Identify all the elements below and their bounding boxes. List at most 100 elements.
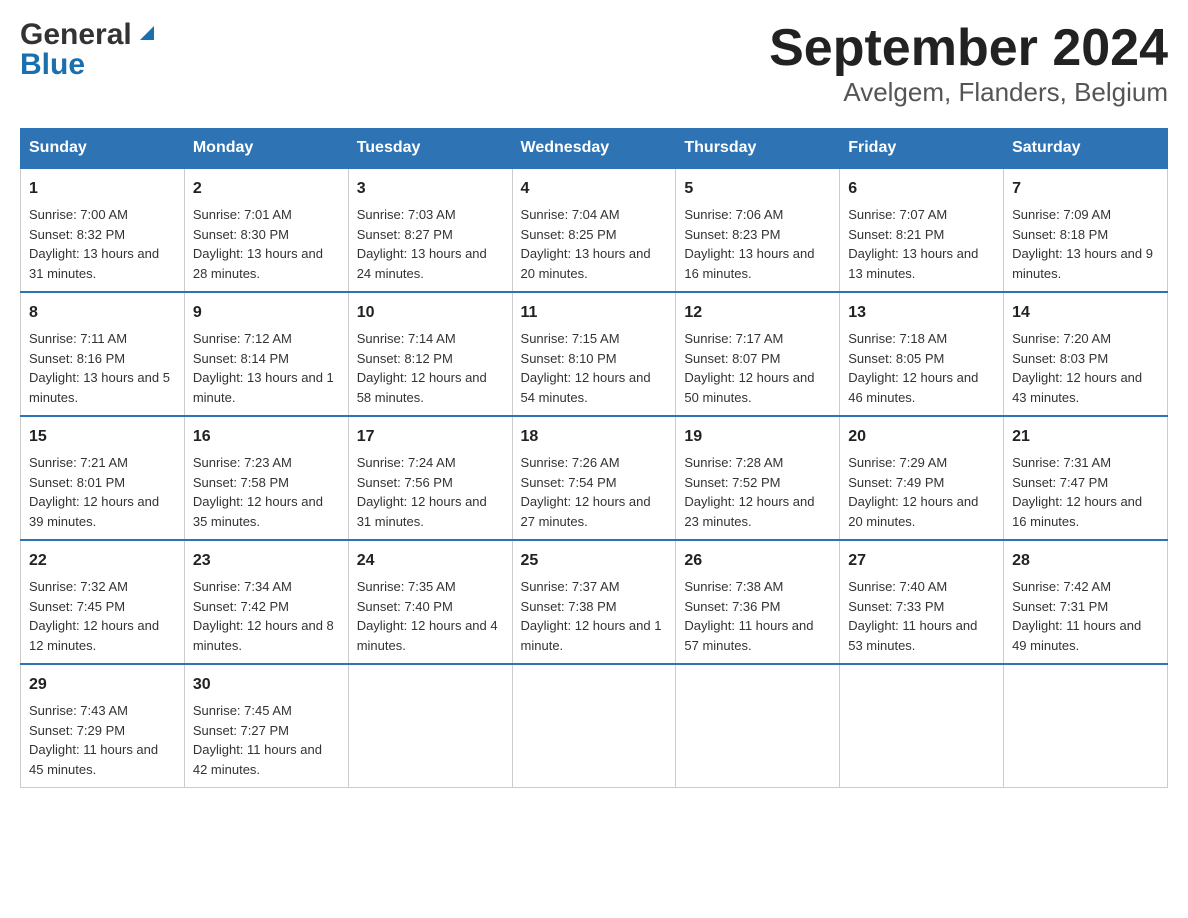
day-info: Sunrise: 7:12 AMSunset: 8:14 PMDaylight:… — [193, 329, 340, 407]
day-info: Sunrise: 7:11 AMSunset: 8:16 PMDaylight:… — [29, 329, 176, 407]
day-info: Sunrise: 7:07 AMSunset: 8:21 PMDaylight:… — [848, 205, 995, 283]
header-wednesday: Wednesday — [512, 129, 676, 169]
header-thursday: Thursday — [676, 129, 840, 169]
calendar-cell: 2 Sunrise: 7:01 AMSunset: 8:30 PMDaylight… — [184, 168, 348, 292]
page-title: September 2024 — [769, 20, 1168, 77]
day-number: 11 — [521, 301, 668, 325]
calendar-cell: 4Sunrise: 7:04 AMSunset: 8:25 PMDaylight… — [512, 168, 676, 292]
day-number: 8 — [29, 301, 176, 325]
logo-triangle-icon — [136, 22, 158, 49]
day-info: Sunrise: 7:23 AMSunset: 7:58 PMDaylight:… — [193, 453, 340, 531]
day-number: 1 — [29, 177, 176, 201]
day-number: 17 — [357, 425, 504, 449]
page-subtitle: Avelgem, Flanders, Belgium — [769, 77, 1168, 108]
day-info: Sunrise: 7:34 AMSunset: 7:42 PMDaylight:… — [193, 577, 340, 655]
day-info: Sunrise: 7:18 AMSunset: 8:05 PMDaylight:… — [848, 329, 995, 407]
logo: General Blue — [20, 20, 158, 80]
day-info: Sunrise: 7:35 AMSunset: 7:40 PMDaylight:… — [357, 577, 504, 655]
day-number: 7 — [1012, 177, 1159, 201]
day-info: Sunrise: 7:28 AMSunset: 7:52 PMDaylight:… — [684, 453, 831, 531]
calendar-cell — [676, 664, 840, 788]
day-info: Sunrise: 7:06 AMSunset: 8:23 PMDaylight:… — [684, 205, 831, 283]
calendar-table: SundayMondayTuesdayWednesdayThursdayFrid… — [20, 128, 1168, 788]
calendar-week-row: 29 Sunrise: 7:43 AMSunset: 7:29 PMDayligh… — [21, 664, 1168, 788]
day-info: Sunrise: 7:17 AMSunset: 8:07 PMDaylight:… — [684, 329, 831, 407]
day-number: 21 — [1012, 425, 1159, 449]
day-number: 29 — [29, 673, 176, 697]
calendar-cell: 9 Sunrise: 7:12 AMSunset: 8:14 PMDaylight… — [184, 292, 348, 416]
day-number: 14 — [1012, 301, 1159, 325]
day-info: Sunrise: 7:01 AMSunset: 8:30 PMDaylight:… — [193, 205, 340, 283]
calendar-cell — [512, 664, 676, 788]
calendar-cell: 16 Sunrise: 7:23 AMSunset: 7:58 PMDayligh… — [184, 416, 348, 540]
day-number: 13 — [848, 301, 995, 325]
day-number: 5 — [684, 177, 831, 201]
calendar-week-row: 8 Sunrise: 7:11 AMSunset: 8:16 PMDaylight… — [21, 292, 1168, 416]
day-number: 24 — [357, 549, 504, 573]
day-number: 23 — [193, 549, 340, 573]
logo-general-text: General — [20, 20, 132, 50]
logo-blue-text: Blue — [20, 48, 85, 81]
calendar-cell: 20Sunrise: 7:29 AMSunset: 7:49 PMDayligh… — [840, 416, 1004, 540]
calendar-cell: 24 Sunrise: 7:35 AMSunset: 7:40 PMDayligh… — [348, 540, 512, 664]
calendar-cell: 22 Sunrise: 7:32 AMSunset: 7:45 PMDayligh… — [21, 540, 185, 664]
day-number: 12 — [684, 301, 831, 325]
calendar-cell — [348, 664, 512, 788]
day-number: 22 — [29, 549, 176, 573]
day-number: 20 — [848, 425, 995, 449]
calendar-cell: 5 Sunrise: 7:06 AMSunset: 8:23 PMDaylight… — [676, 168, 840, 292]
day-number: 6 — [848, 177, 995, 201]
header-tuesday: Tuesday — [348, 129, 512, 169]
day-number: 4 — [521, 177, 668, 201]
day-number: 2 — [193, 177, 340, 201]
calendar-cell: 28 Sunrise: 7:42 AMSunset: 7:31 PMDayligh… — [1004, 540, 1168, 664]
day-info: Sunrise: 7:37 AMSunset: 7:38 PMDaylight:… — [521, 577, 668, 655]
calendar-cell: 30Sunrise: 7:45 AMSunset: 7:27 PMDayligh… — [184, 664, 348, 788]
calendar-cell: 26Sunrise: 7:38 AMSunset: 7:36 PMDayligh… — [676, 540, 840, 664]
day-info: Sunrise: 7:15 AMSunset: 8:10 PMDaylight:… — [521, 329, 668, 407]
day-info: Sunrise: 7:20 AMSunset: 8:03 PMDaylight:… — [1012, 329, 1159, 407]
day-number: 16 — [193, 425, 340, 449]
calendar-cell: 27Sunrise: 7:40 AMSunset: 7:33 PMDayligh… — [840, 540, 1004, 664]
calendar-cell: 29 Sunrise: 7:43 AMSunset: 7:29 PMDayligh… — [21, 664, 185, 788]
calendar-cell: 15Sunrise: 7:21 AMSunset: 8:01 PMDayligh… — [21, 416, 185, 540]
day-info: Sunrise: 7:43 AMSunset: 7:29 PMDaylight:… — [29, 701, 176, 779]
calendar-cell — [1004, 664, 1168, 788]
calendar-cell: 21 Sunrise: 7:31 AMSunset: 7:47 PMDayligh… — [1004, 416, 1168, 540]
calendar-cell: 14 Sunrise: 7:20 AMSunset: 8:03 PMDayligh… — [1004, 292, 1168, 416]
calendar-cell: 25 Sunrise: 7:37 AMSunset: 7:38 PMDayligh… — [512, 540, 676, 664]
calendar-cell: 17 Sunrise: 7:24 AMSunset: 7:56 PMDayligh… — [348, 416, 512, 540]
calendar-cell: 8 Sunrise: 7:11 AMSunset: 8:16 PMDaylight… — [21, 292, 185, 416]
day-info: Sunrise: 7:42 AMSunset: 7:31 PMDaylight:… — [1012, 577, 1159, 655]
calendar-cell: 18Sunrise: 7:26 AMSunset: 7:54 PMDayligh… — [512, 416, 676, 540]
calendar-week-row: 22 Sunrise: 7:32 AMSunset: 7:45 PMDayligh… — [21, 540, 1168, 664]
day-number: 30 — [193, 673, 340, 697]
day-number: 9 — [193, 301, 340, 325]
day-number: 25 — [521, 549, 668, 573]
calendar-cell: 23 Sunrise: 7:34 AMSunset: 7:42 PMDayligh… — [184, 540, 348, 664]
calendar-cell: 13 Sunrise: 7:18 AMSunset: 8:05 PMDayligh… — [840, 292, 1004, 416]
header-monday: Monday — [184, 129, 348, 169]
calendar-cell: 11 Sunrise: 7:15 AMSunset: 8:10 PMDayligh… — [512, 292, 676, 416]
day-info: Sunrise: 7:40 AMSunset: 7:33 PMDaylight:… — [848, 577, 995, 655]
calendar-cell: 6 Sunrise: 7:07 AMSunset: 8:21 PMDaylight… — [840, 168, 1004, 292]
day-number: 28 — [1012, 549, 1159, 573]
calendar-cell: 1Sunrise: 7:00 AMSunset: 8:32 PMDaylight… — [21, 168, 185, 292]
day-info: Sunrise: 7:09 AMSunset: 8:18 PMDaylight:… — [1012, 205, 1159, 283]
header-friday: Friday — [840, 129, 1004, 169]
calendar-cell: 10Sunrise: 7:14 AMSunset: 8:12 PMDayligh… — [348, 292, 512, 416]
calendar-cell: 19Sunrise: 7:28 AMSunset: 7:52 PMDayligh… — [676, 416, 840, 540]
day-info: Sunrise: 7:03 AMSunset: 8:27 PMDaylight:… — [357, 205, 504, 283]
day-number: 10 — [357, 301, 504, 325]
calendar-cell: 12 Sunrise: 7:17 AMSunset: 8:07 PMDayligh… — [676, 292, 840, 416]
calendar-cell: 7 Sunrise: 7:09 AMSunset: 8:18 PMDaylight… — [1004, 168, 1168, 292]
day-info: Sunrise: 7:38 AMSunset: 7:36 PMDaylight:… — [684, 577, 831, 655]
day-info: Sunrise: 7:31 AMSunset: 7:47 PMDaylight:… — [1012, 453, 1159, 531]
calendar-header-row: SundayMondayTuesdayWednesdayThursdayFrid… — [21, 129, 1168, 169]
day-info: Sunrise: 7:26 AMSunset: 7:54 PMDaylight:… — [521, 453, 668, 531]
day-info: Sunrise: 7:24 AMSunset: 7:56 PMDaylight:… — [357, 453, 504, 531]
header-saturday: Saturday — [1004, 129, 1168, 169]
day-info: Sunrise: 7:21 AMSunset: 8:01 PMDaylight:… — [29, 453, 176, 531]
calendar-week-row: 15Sunrise: 7:21 AMSunset: 8:01 PMDayligh… — [21, 416, 1168, 540]
day-info: Sunrise: 7:32 AMSunset: 7:45 PMDaylight:… — [29, 577, 176, 655]
